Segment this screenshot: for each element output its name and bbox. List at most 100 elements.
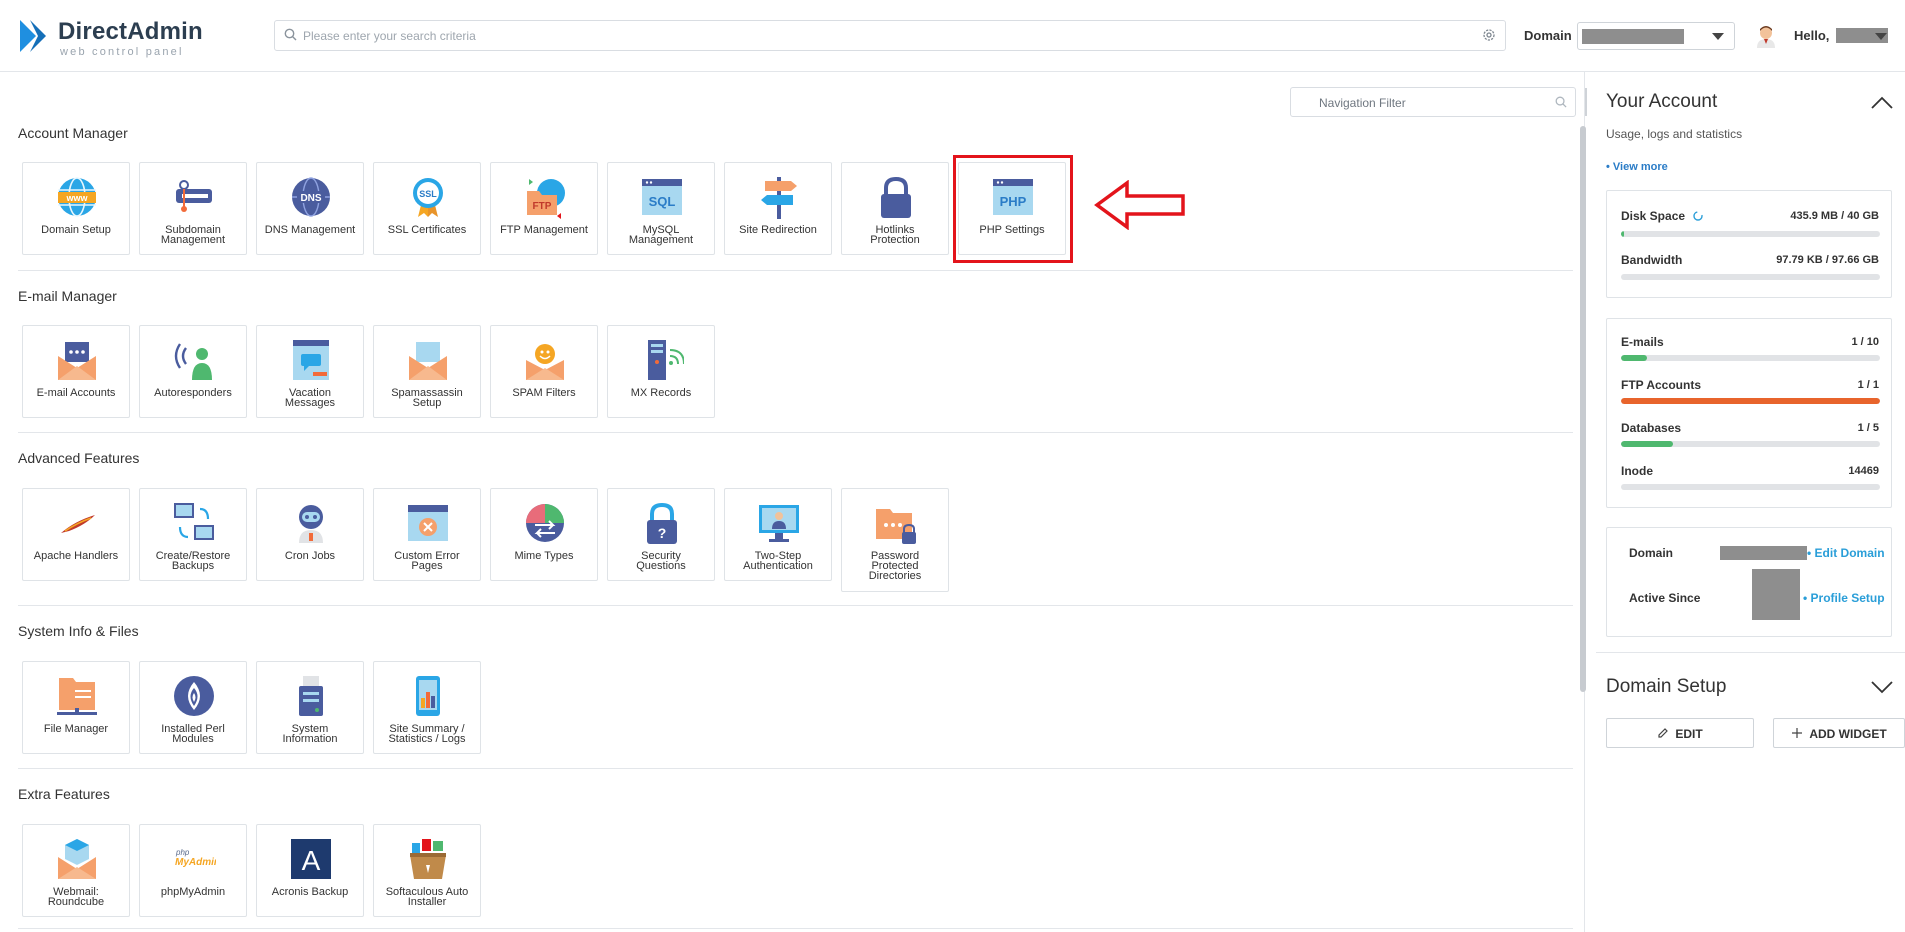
search-settings-gear-icon[interactable] [1481,27,1497,43]
globe-www-icon: www [58,177,96,217]
navigation-filter[interactable] [1290,87,1576,117]
section-title-system-info-files: System Info & Files [18,623,139,639]
tile-phpmyadmin[interactable]: php MyAdmin phpMyAdmin [139,824,247,917]
domain-setup-title: Domain Setup [1606,676,1727,697]
redacted-domain [1582,29,1684,44]
refresh-icon[interactable] [1692,210,1704,222]
chevron-down-icon[interactable] [1870,680,1894,694]
view-more-link[interactable]: • View more [1606,161,1668,173]
add-widget-button[interactable]: ADD WIDGET [1773,718,1905,748]
inode-value: 14469 [1848,465,1879,477]
file-manager-folder-icon [57,678,97,715]
tile-dns-management[interactable]: DNS DNS Management [256,162,364,255]
tile-acronis-backup[interactable]: A Acronis Backup [256,824,364,917]
mime-types-icon [526,504,564,542]
navigation-filter-input[interactable] [1319,92,1539,114]
red-arrow-icon [1094,180,1185,230]
autoresponder-person-icon [174,343,212,380]
tile-site-redirection[interactable]: Site Redirection [724,162,832,255]
phpmyadmin-logo-icon: php MyAdmin [175,848,216,868]
tile-domain-setup[interactable]: www Domain Setup [22,162,130,255]
tile-ssl-certificates[interactable]: SSL SSL Certificates [373,162,481,255]
tile-password-protected-directories[interactable]: Password Protected Directories [841,488,949,592]
tile-custom-error-pages[interactable]: Custom Error Pages [373,488,481,581]
spam-envelope-icon [409,342,447,380]
dns-text: DNS [300,193,321,204]
edit-button[interactable]: EDIT [1606,718,1754,748]
your-account-subtitle: Usage, logs and statistics [1606,127,1743,141]
tile-mysql-management[interactable]: SQL MySQL Management [607,162,715,255]
redacted-domain-name [1720,546,1807,560]
statistics-phone-icon [416,676,440,716]
main-scrollbar[interactable] [1580,126,1586,692]
tile-apache-handlers[interactable]: Apache Handlers [22,488,130,581]
tile-security-questions[interactable]: ? Security Questions [607,488,715,581]
search-input[interactable] [303,25,1453,47]
tile-label: FTP Management [500,224,588,236]
roundcube-envelope-icon [58,839,96,879]
tile-site-summary[interactable]: Site Summary / Statistics / Logs [373,661,481,754]
user-greeting[interactable]: Hello, [1794,28,1829,43]
tile-create-restore-backups[interactable]: Create/Restore Backups [139,488,247,581]
tile-label: Acronis Backup [271,886,349,898]
logo-subtitle: web control panel [60,46,184,58]
tile-hotlinks-protection[interactable]: Hotlinks Protection [841,162,949,255]
tile-label: Site Summary / Statistics / Logs [388,723,466,745]
emails-label: E-mails [1621,335,1664,349]
tile-softaculous-auto-installer[interactable]: Softaculous Auto Installer [373,824,481,917]
user-avatar[interactable] [1755,24,1777,48]
perl-onion-icon [174,676,214,716]
tile-spamassassin-setup[interactable]: Spamassassin Setup [373,325,481,418]
tile-mx-records[interactable]: MX Records [607,325,715,418]
user-menu-chevron-icon[interactable] [1875,33,1887,40]
tile-vacation-messages[interactable]: Vacation Messages [256,325,364,418]
section-divider [18,768,1573,769]
ftp-accounts-bar-fill [1621,398,1880,404]
your-account-title: Your Account [1606,91,1718,112]
tile-ftp-management[interactable]: FTP FTP Management [490,162,598,255]
vacation-window-icon [293,340,329,380]
tile-label: Installed Perl Modules [161,723,225,745]
tile-label: System Information [282,723,338,745]
tile-webmail-roundcube[interactable]: Webmail: Roundcube [22,824,130,917]
tile-file-manager[interactable]: File Manager [22,661,130,754]
pma-php-text: php [175,848,190,857]
domain-select[interactable] [1577,22,1735,50]
tile-installed-perl-modules[interactable]: Installed Perl Modules [139,661,247,754]
chevron-up-icon[interactable] [1870,96,1894,110]
tile-label: File Manager [43,723,109,735]
tile-cron-jobs[interactable]: Cron Jobs [256,488,364,581]
tile-label: DNS Management [264,224,356,236]
tile-email-accounts[interactable]: E-mail Accounts [22,325,130,418]
protected-folder-icon [876,509,916,544]
tile-label: MX Records [630,387,692,399]
softaculous-box-icon [410,839,446,879]
tile-label: Softaculous Auto Installer [385,886,469,908]
disk-bandwidth-card: Disk Space 435.9 MB / 40 GB Bandwidth 97… [1606,190,1892,298]
tile-spam-filters[interactable]: SPAM Filters [490,325,598,418]
databases-bar [1621,441,1880,447]
disk-space-bar [1621,231,1880,237]
domain-info-label: Domain [1629,546,1674,560]
tile-mime-types[interactable]: Mime Types [490,488,598,581]
directadmin-logo[interactable]: DirectAdmin web control panel [18,16,203,58]
tile-label: Vacation Messages [284,387,336,409]
disk-space-label: Disk Space [1621,209,1704,223]
tile-label: Create/Restore Backups [155,550,231,572]
add-widget-button-label: ADD WIDGET [1809,726,1887,741]
subdomain-icon [176,180,212,212]
tile-subdomain-management[interactable]: Subdomain Management [139,162,247,255]
edit-domain-link[interactable]: • Edit Domain [1807,546,1885,560]
emails-bar-fill [1621,355,1647,361]
tile-two-step-authentication[interactable]: Two-Step Authentication [724,488,832,581]
tile-autoresponders[interactable]: Autoresponders [139,325,247,418]
panel-divider [1596,652,1905,653]
acronis-logo-icon: A [291,839,331,879]
tile-system-information[interactable]: System Information [256,661,364,754]
tile-label: Two-Step Authentication [743,550,813,572]
global-search[interactable] [274,20,1506,51]
ftp-folder-icon: FTP [527,179,565,219]
profile-setup-link[interactable]: • Profile Setup [1803,591,1885,605]
pma-name-text: MyAdmin [175,857,216,868]
chevron-down-icon [1712,33,1724,40]
